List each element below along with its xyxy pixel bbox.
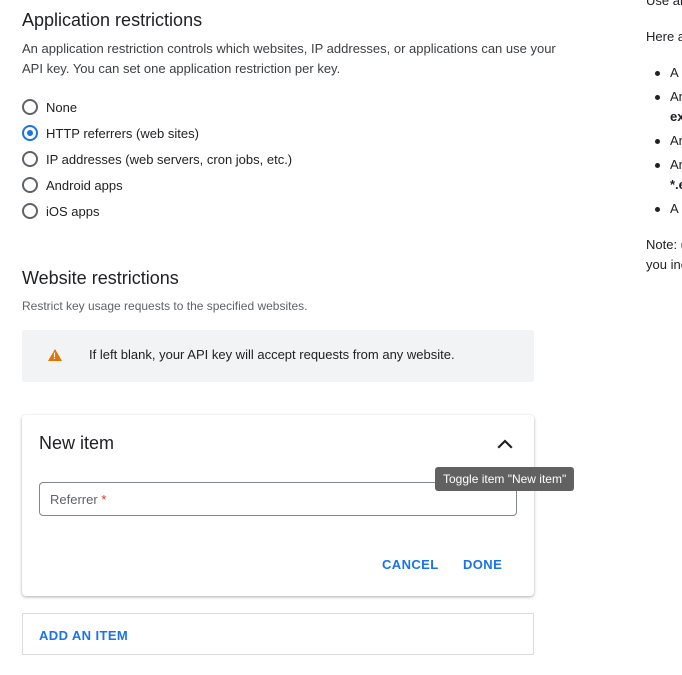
radio-button-selected[interactable]	[22, 125, 38, 141]
app-restrictions-title: Application restrictions	[22, 10, 203, 30]
help-note-line: you inc	[646, 257, 682, 272]
radio-option-android-apps[interactable]: Android apps	[22, 175, 123, 195]
warning-icon: !	[48, 349, 62, 361]
radio-label: HTTP referrers (web sites)	[46, 125, 199, 141]
help-bullet: An	[670, 133, 682, 148]
referrer-label: Referrer *	[50, 492, 106, 507]
add-item-button[interactable]: ADD AN ITEM	[39, 628, 128, 643]
radio-option-ip-addresses[interactable]: IP addresses (web servers, cron jobs, et…	[22, 149, 292, 169]
help-bullet: A	[670, 65, 679, 80]
description-line: An application restriction controls whic…	[22, 41, 556, 56]
radio-label: Android apps	[46, 177, 123, 193]
radio-button[interactable]	[22, 99, 38, 115]
bullet-dot	[655, 207, 660, 212]
radio-option-http-referrers[interactable]: HTTP referrers (web sites)	[22, 123, 199, 143]
radio-button[interactable]	[22, 177, 38, 193]
help-bullet: An	[670, 157, 682, 172]
help-bullet: A	[670, 201, 679, 216]
radio-label: iOS apps	[46, 203, 100, 219]
cancel-button[interactable]: CANCEL	[382, 557, 439, 572]
help-bold-fragment: *.e	[670, 177, 682, 192]
radio-label: IP addresses (web servers, cron jobs, et…	[46, 151, 293, 167]
done-button[interactable]: DONE	[463, 557, 502, 572]
radio-button[interactable]	[22, 151, 38, 167]
radio-option-ios-apps[interactable]: iOS apps	[22, 201, 99, 221]
description-line: API key. You can set one application res…	[22, 61, 341, 76]
help-text-line: Here a	[646, 29, 682, 44]
chevron-up-icon[interactable]	[496, 435, 514, 453]
help-text-line: Use ar	[646, 0, 682, 8]
help-note-line: Note: (	[646, 237, 682, 252]
bullet-dot	[655, 163, 660, 168]
website-restrictions-title: Website restrictions	[22, 268, 179, 288]
website-restrictions-subtitle: Restrict key usage requests to the speci…	[22, 299, 308, 313]
required-mark: *	[101, 492, 107, 507]
add-item-container: ADD AN ITEM	[22, 613, 534, 655]
bullet-dot	[655, 139, 660, 144]
radio-option-none[interactable]: None	[22, 97, 77, 117]
referrer-label-text: Referrer	[50, 492, 98, 507]
help-panel: Use ar Here a A An ex An An *.e A Note: …	[646, 0, 682, 300]
toggle-tooltip: Toggle item "New item"	[435, 467, 575, 491]
app-restrictions-description: An application restriction controls whic…	[22, 39, 582, 79]
warning-banner: ! If left blank, your API key will accep…	[22, 330, 534, 382]
radio-button[interactable]	[22, 203, 38, 219]
radio-label: None	[46, 99, 78, 115]
bullet-dot	[655, 71, 660, 76]
warning-text: If left blank, your API key will accept …	[89, 347, 455, 362]
new-item-card: New item Referrer * CANCEL DONE	[22, 415, 534, 596]
bullet-dot	[655, 95, 660, 100]
card-title: New item	[39, 433, 115, 453]
help-bold-fragment: ex	[670, 109, 682, 124]
help-bullet: An	[670, 89, 682, 104]
